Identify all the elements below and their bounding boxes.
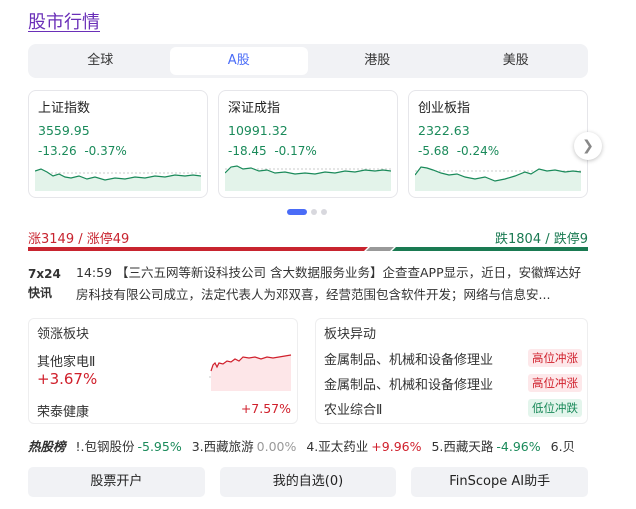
lead-stock-pct: +7.57% xyxy=(240,401,291,416)
hot-stock-item[interactable]: 6.贝 xyxy=(551,439,578,454)
market-breadth: 涨3149 / 涨停49 跌1804 / 跌停9 xyxy=(28,228,588,254)
tab-hk[interactable]: 港股 xyxy=(308,47,447,75)
move-tag: 高位冲涨 xyxy=(528,349,582,367)
tab-a-shares[interactable]: A股 xyxy=(169,47,308,75)
sector-name: 其他家电Ⅱ xyxy=(37,355,96,370)
tab-us[interactable]: 美股 xyxy=(447,47,586,75)
carousel-dot[interactable] xyxy=(321,209,327,215)
index-name: 上证指数 xyxy=(38,101,91,116)
advancers-text: 涨3149 / 涨停49 xyxy=(28,232,130,247)
tab-global[interactable]: 全球 xyxy=(31,47,170,75)
hot-stocks-ticker: 热股榜 !.包钢股份 -5.95% 3.西藏旅游 0.00% 4.亚太药业 +9.96… xyxy=(28,436,588,456)
hot-label: 热股榜 xyxy=(28,439,66,454)
index-name: 创业板指 xyxy=(418,101,471,116)
panel-heading: 板块异动 xyxy=(324,327,377,342)
index-card-shenzhen[interactable]: 深证成指 10991.32 -18.45 -0.17% xyxy=(218,90,398,198)
index-cards: 上证指数 3559.95 -13.26 -0.37% 深证成指 10991.32… xyxy=(28,90,590,200)
sector-moves-panel[interactable]: 板块异动 金属制品、机械和设备修理业 高位冲涨 金属制品、机械和设备修理业 高位… xyxy=(315,318,588,424)
carousel-dots xyxy=(287,209,327,215)
news-badge: 7x24 快讯 xyxy=(28,267,61,300)
carousel-dot[interactable] xyxy=(287,209,307,215)
index-card-chinext[interactable]: 创业板指 2322.63 -5.68 -0.24% xyxy=(408,90,588,198)
hot-stock-item[interactable]: 4.亚太药业 +9.96% xyxy=(306,439,421,454)
index-change: -13.26 -0.37% xyxy=(38,144,127,158)
index-change: -5.68 -0.24% xyxy=(418,144,500,158)
sector-move-row[interactable]: 农业综合Ⅱ 低位冲跌 xyxy=(324,399,582,418)
lead-stock-name: 荣泰健康 xyxy=(37,405,90,420)
move-tag: 高位冲涨 xyxy=(528,374,582,392)
index-sparkline xyxy=(35,168,201,191)
breadth-bar xyxy=(28,247,588,251)
market-tabs: 全球 A股 港股 美股 xyxy=(28,44,588,78)
chevron-right-icon[interactable]: ❯ xyxy=(574,132,602,160)
panel-heading: 领涨板块 xyxy=(37,327,90,342)
index-change: -18.45 -0.17% xyxy=(228,144,317,158)
news-text: 14:59 【三六五网等新设科技公司 含大数据服务业务】企查查APP显示，近日，安… xyxy=(76,265,582,302)
ai-assistant-button[interactable]: FinScope AI助手 xyxy=(411,467,589,497)
hot-stock-item[interactable]: 3.西藏旅游 0.00% xyxy=(192,439,297,454)
index-value: 2322.63 xyxy=(418,123,470,138)
sector-move-row[interactable]: 金属制品、机械和设备修理业 高位冲涨 xyxy=(324,349,582,368)
index-sparkline xyxy=(415,166,581,191)
index-name: 深证成指 xyxy=(228,101,281,116)
index-value: 3559.95 xyxy=(38,123,90,138)
open-account-button[interactable]: 股票开户 xyxy=(28,467,205,497)
sector-pct: +3.67% xyxy=(37,370,98,388)
leading-sector-panel[interactable]: 领涨板块 其他家电Ⅱ +3.67% 荣泰健康 +7.57% xyxy=(28,318,298,424)
index-value: 10991.32 xyxy=(228,123,288,138)
sector-move-row[interactable]: 金属制品、机械和设备修理业 高位冲涨 xyxy=(324,374,582,393)
page-title[interactable]: 股市行情 xyxy=(28,8,100,34)
index-sparkline xyxy=(225,165,391,191)
decliners-text: 跌1804 / 跌停9 xyxy=(495,232,588,247)
watchlist-button[interactable]: 我的自选(0) xyxy=(219,467,397,497)
hot-stock-item[interactable]: 5.西藏天路 -4.96% xyxy=(431,439,540,454)
bottom-actions: 股票开户 我的自选(0) FinScope AI助手 xyxy=(28,467,589,497)
carousel-dot[interactable] xyxy=(311,209,317,215)
sector-sparkline xyxy=(209,354,293,391)
news-flash[interactable]: 7x24 快讯 14:59 【三六五网等新设科技公司 含大数据服务业务】企查查APP… xyxy=(28,262,588,308)
hot-stock-item[interactable]: !.包钢股份 -5.95% xyxy=(76,439,182,454)
move-tag: 低位冲跌 xyxy=(528,399,582,417)
index-card-shanghai[interactable]: 上证指数 3559.95 -13.26 -0.37% xyxy=(28,90,208,198)
